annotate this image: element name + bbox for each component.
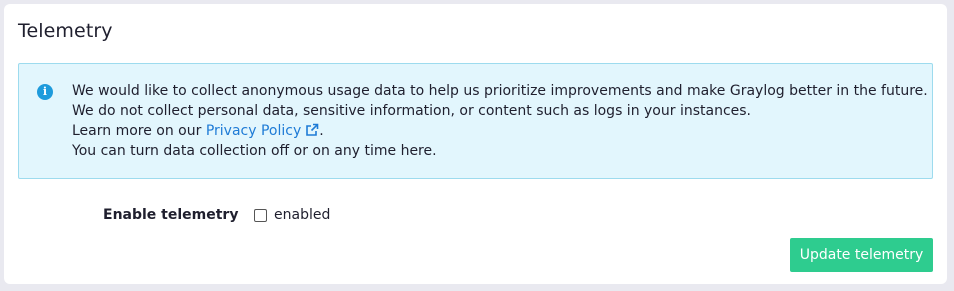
info-line-3-prefix: Learn more on our bbox=[72, 123, 206, 139]
info-line-2: We do not collect personal data, sensiti… bbox=[72, 103, 752, 119]
info-line-1: We would like to collect anonymous usage… bbox=[72, 83, 928, 99]
info-alert: i We would like to collect anonymous usa… bbox=[18, 63, 933, 179]
info-circle-icon: i bbox=[37, 84, 53, 100]
info-line-4: You can turn data collection off or on a… bbox=[72, 143, 437, 159]
enabled-checkbox-wrap[interactable]: enabled bbox=[254, 207, 330, 223]
telemetry-panel: Telemetry i We would like to collect ano… bbox=[4, 4, 947, 284]
privacy-policy-link-label: Privacy Policy bbox=[205, 123, 302, 139]
enabled-checkbox-label: enabled bbox=[274, 207, 331, 223]
panel-title: Telemetry bbox=[18, 20, 113, 42]
update-telemetry-button[interactable]: Update telemetry bbox=[790, 238, 933, 272]
enabled-checkbox[interactable] bbox=[254, 208, 267, 222]
info-text: We would like to collect anonymous usage… bbox=[72, 81, 928, 161]
enable-telemetry-label: Enable telemetry bbox=[103, 207, 239, 223]
info-line-3-suffix: . bbox=[319, 123, 324, 139]
enable-telemetry-row: Enable telemetry enabled bbox=[103, 205, 330, 225]
external-link-icon bbox=[306, 123, 319, 136]
info-line-3: Learn more on our Privacy Policy. bbox=[72, 121, 928, 141]
privacy-policy-link[interactable]: Privacy Policy bbox=[206, 123, 319, 139]
